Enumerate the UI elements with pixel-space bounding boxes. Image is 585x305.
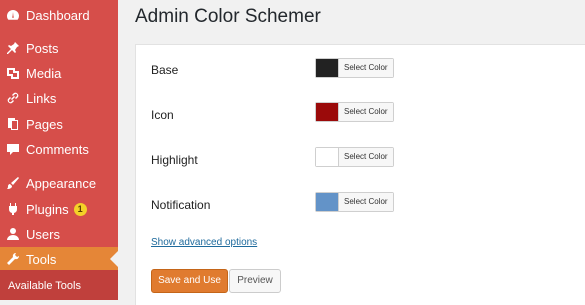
icon-color-label: Icon [151,108,174,122]
media-icon [6,66,20,80]
sidebar-item-tools[interactable]: Tools [0,247,118,271]
pages-icon [6,117,20,131]
select-color-button[interactable]: Select Color [338,59,393,77]
sidebar-item-label: Tools [26,251,57,267]
preview-button[interactable]: Preview [229,269,281,293]
sidebar-item-users[interactable]: Users [0,222,118,246]
highlight-color-label: Highlight [151,153,198,167]
select-color-button[interactable]: Select Color [338,193,393,211]
base-color-swatch [316,59,338,77]
admin-sidebar: Dashboard Posts Media Links Pages Commen… [0,0,118,300]
notification-color-picker[interactable]: Select Color [315,192,394,212]
notification-color-label: Notification [151,198,211,212]
sidebar-item-posts[interactable]: Posts [0,36,118,60]
sidebar-item-label: Comments [26,141,89,157]
user-icon [6,227,20,241]
sidebar-item-label: Pages [26,116,63,132]
sidebar-item-links[interactable]: Links [0,86,118,110]
update-count-badge: 1 [73,202,87,216]
sidebar-item-label: Dashboard [26,7,90,23]
sidebar-item-label: Links [26,90,57,106]
pin-icon [6,41,20,55]
highlight-color-picker[interactable]: Select Color [315,147,394,167]
dashboard-icon [6,8,20,22]
plugin-icon [6,202,20,216]
tools-submenu: Available Tools [0,270,118,300]
save-and-use-button[interactable]: Save and Use [151,269,228,293]
submenu-item-available-tools[interactable]: Available Tools [8,280,81,292]
show-advanced-options-link[interactable]: Show advanced options [151,237,257,248]
sidebar-item-dashboard[interactable]: Dashboard [0,3,118,27]
base-color-label: Base [151,63,179,77]
sidebar-item-label: Plugins [26,201,69,217]
select-color-button[interactable]: Select Color [338,103,393,121]
active-indicator-arrow [110,251,118,267]
notification-color-swatch [316,193,338,211]
sidebar-item-comments[interactable]: Comments [0,137,118,161]
sidebar-item-label: Posts [26,40,59,56]
brush-icon [6,176,20,190]
sidebar-item-pages[interactable]: Pages [0,112,118,136]
settings-panel [135,44,585,305]
icon-color-swatch [316,103,338,121]
wrench-icon [6,252,20,266]
sidebar-item-label: Users [26,226,60,242]
sidebar-item-label: Media [26,65,62,81]
select-color-button[interactable]: Select Color [338,148,393,166]
sidebar-item-appearance[interactable]: Appearance [0,171,118,195]
link-icon [6,91,20,105]
icon-color-picker[interactable]: Select Color [315,102,394,122]
comment-icon [6,142,20,156]
sidebar-item-plugins[interactable]: Plugins 1 [0,197,118,221]
page-title: Admin Color Schemer [135,6,321,27]
sidebar-item-label: Appearance [26,175,97,191]
base-color-picker[interactable]: Select Color [315,58,394,78]
highlight-color-swatch [316,148,338,166]
sidebar-item-media[interactable]: Media [0,61,118,85]
